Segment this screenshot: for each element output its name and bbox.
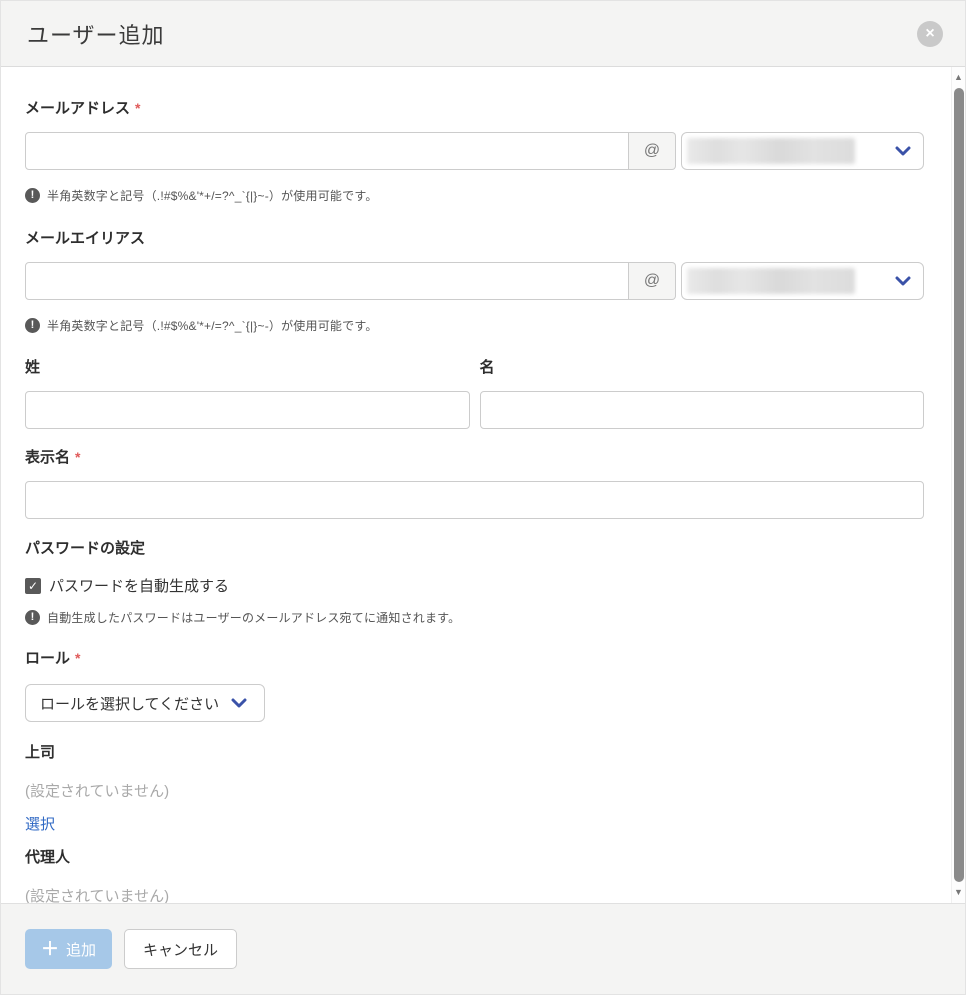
at-symbol: @ — [629, 132, 676, 170]
vertical-scrollbar[interactable]: ▲ ▼ — [951, 67, 965, 903]
first-name-input[interactable] — [480, 391, 925, 429]
chevron-down-icon — [895, 276, 911, 286]
info-icon: ! — [25, 610, 40, 625]
supervisor-heading: 上司 — [25, 741, 924, 762]
cancel-button[interactable]: キャンセル — [124, 929, 237, 969]
dialog-footer: ＋ 追加 キャンセル — [1, 903, 965, 994]
close-icon: × — [925, 26, 934, 42]
scrollbar-thumb[interactable] — [954, 88, 964, 882]
alias-hint: ! 半角英数字と記号（.!#$%&'*+/=?^_`{|}~-）が使用可能です。 — [25, 317, 924, 334]
checkbox-checked-icon: ✓ — [25, 578, 41, 594]
last-name-input[interactable] — [25, 391, 470, 429]
proxy-heading: 代理人 — [25, 846, 924, 867]
required-asterisk: * — [135, 100, 140, 116]
add-button-label: 追加 — [66, 939, 96, 960]
checkbox-label: パスワードを自動生成する — [49, 575, 229, 596]
role-select[interactable]: ロールを選択してください — [25, 684, 265, 722]
dialog-title: ユーザー追加 — [27, 18, 165, 50]
display-name-input[interactable] — [25, 481, 924, 519]
role-select-value: ロールを選択してください — [40, 693, 219, 714]
scroll-down-icon[interactable]: ▼ — [954, 886, 963, 903]
close-button[interactable]: × — [917, 21, 943, 47]
email-hint-text: 半角英数字と記号（.!#$%&'*+/=?^_`{|}~-）が使用可能です。 — [47, 187, 378, 204]
info-icon: ! — [25, 188, 40, 203]
at-symbol: @ — [629, 262, 676, 300]
supervisor-empty-text: (設定されていません) — [25, 780, 924, 801]
proxy-empty-text: (設定されていません) — [25, 885, 924, 903]
email-hint: ! 半角英数字と記号（.!#$%&'*+/=?^_`{|}~-）が使用可能です。 — [25, 187, 924, 204]
password-note: ! 自動生成したパスワードはユーザーのメールアドレス宛てに通知されます。 — [25, 609, 924, 626]
supervisor-select-link[interactable]: 選択 — [25, 813, 55, 834]
name-fields-row: 姓 名 — [25, 356, 924, 429]
chevron-down-icon — [231, 698, 247, 708]
password-settings-heading: パスワードの設定 — [25, 537, 924, 558]
password-note-text: 自動生成したパスワードはユーザーのメールアドレス宛てに通知されます。 — [47, 609, 460, 626]
redacted-domain — [687, 268, 855, 294]
info-icon: ! — [25, 318, 40, 333]
role-label: ロール* — [25, 647, 924, 668]
alias-input-group: @ — [25, 262, 924, 300]
alias-domain-select[interactable] — [681, 262, 924, 300]
form-area: メールアドレス* @ ! 半角英数字と記号（.!#$%&'*+/=?^_`{|}… — [1, 67, 951, 903]
alias-hint-text: 半角英数字と記号（.!#$%&'*+/=?^_`{|}~-）が使用可能です。 — [47, 317, 378, 334]
email-domain-select[interactable] — [681, 132, 924, 170]
scroll-up-icon[interactable]: ▲ — [954, 67, 963, 84]
first-name-label: 名 — [480, 356, 925, 377]
dialog-body: メールアドレス* @ ! 半角英数字と記号（.!#$%&'*+/=?^_`{|}… — [1, 67, 965, 903]
cancel-button-label: キャンセル — [143, 942, 218, 959]
last-name-label: 姓 — [25, 356, 470, 377]
required-asterisk: * — [75, 650, 80, 666]
chevron-down-icon — [895, 146, 911, 156]
add-user-dialog: ユーザー追加 × メールアドレス* @ ! 半角英数字と記号（.!#$%&'*+… — [0, 0, 966, 995]
email-input-group: @ — [25, 132, 924, 170]
first-name-field: 名 — [480, 356, 925, 429]
display-name-label: 表示名* — [25, 446, 924, 467]
redacted-domain — [687, 138, 855, 164]
last-name-field: 姓 — [25, 356, 470, 429]
alias-input[interactable] — [25, 262, 629, 300]
email-label: メールアドレス* — [25, 97, 924, 118]
add-button[interactable]: ＋ 追加 — [25, 929, 112, 969]
plus-icon: ＋ — [41, 940, 59, 958]
email-input[interactable] — [25, 132, 629, 170]
required-asterisk: * — [75, 449, 80, 465]
alias-label: メールエイリアス — [25, 227, 924, 248]
auto-generate-password-checkbox[interactable]: ✓ パスワードを自動生成する — [25, 575, 924, 596]
dialog-header: ユーザー追加 × — [1, 1, 965, 67]
